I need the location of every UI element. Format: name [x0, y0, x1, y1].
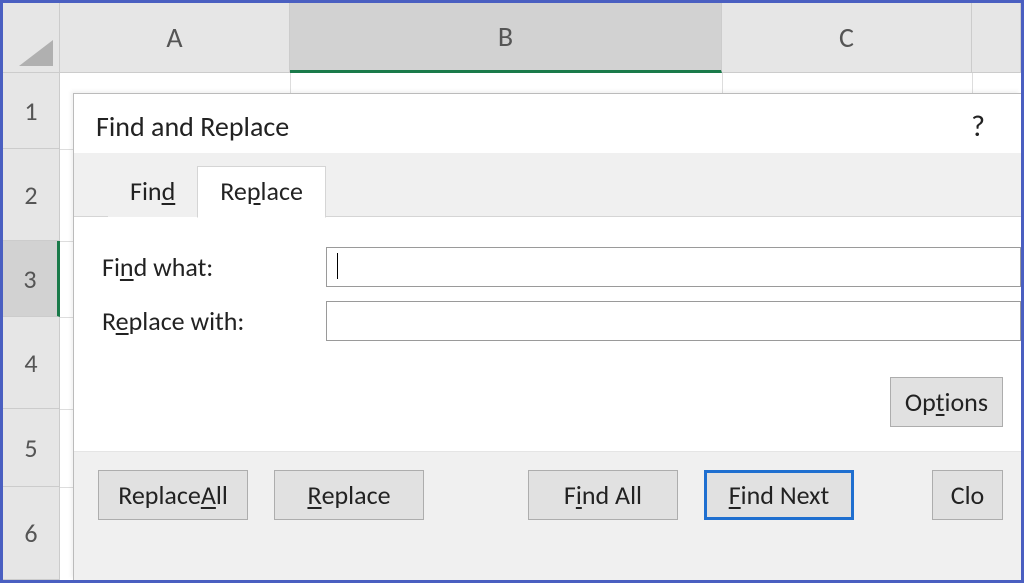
replace-with-label-post: place with:	[129, 305, 245, 337]
replace-accel: R	[307, 479, 321, 511]
dialog-title: Find and Replace	[96, 109, 963, 144]
options-button[interactable]: Options	[890, 377, 1003, 427]
tab-replace-accel: p	[247, 175, 261, 207]
options-row: Options	[102, 355, 1021, 427]
column-header-a[interactable]: A	[60, 3, 290, 73]
replace-all-post: ll	[216, 479, 228, 511]
row-header-6[interactable]: 6	[3, 487, 60, 580]
replace-with-input[interactable]	[326, 301, 1021, 341]
tab-find-text: Fin	[130, 175, 162, 207]
row-header-4[interactable]: 4	[3, 317, 60, 409]
replace-all-accel: A	[201, 479, 216, 511]
find-next-post: ind Next	[741, 479, 830, 511]
column-header-rest[interactable]	[972, 3, 1021, 73]
find-what-label-accel: n	[120, 251, 134, 283]
dialog-footer: Replace All Replace Find All Find Next C…	[74, 451, 1021, 538]
row-header-3[interactable]: 3	[3, 241, 60, 317]
tab-replace-text2: lace	[261, 175, 303, 207]
replace-all-button[interactable]: Replace All	[98, 470, 248, 520]
select-all-triangle[interactable]	[3, 3, 60, 73]
replace-button[interactable]: Replace	[274, 470, 424, 520]
replace-with-label-pre: R	[102, 305, 116, 337]
tab-replace-text: Re	[220, 175, 247, 207]
find-all-post: nd All	[582, 479, 642, 511]
row-header-5[interactable]: 5	[3, 409, 60, 487]
tab-replace[interactable]: Replace	[197, 166, 326, 218]
row-header-2[interactable]: 2	[3, 149, 60, 241]
find-replace-dialog: Find and Replace ? Find Replace Find wha…	[73, 93, 1021, 580]
find-what-label-post: d what:	[134, 251, 214, 283]
find-all-pre: F	[564, 479, 576, 511]
replace-post: eplace	[322, 479, 391, 511]
row-headers: 1 2 3 4 5 6	[3, 73, 60, 580]
replace-with-label: Replace with:	[102, 305, 326, 337]
text-caret	[337, 253, 338, 279]
dialog-titlebar: Find and Replace ?	[74, 94, 1021, 153]
options-pre: Op	[905, 386, 936, 418]
column-header-c[interactable]: C	[722, 3, 972, 73]
find-next-button[interactable]: Find Next	[704, 470, 854, 520]
close-pre: Clo	[951, 479, 985, 511]
find-what-row: Find what:	[102, 247, 1021, 287]
find-next-accel: F	[729, 479, 741, 511]
find-all-button[interactable]: Find All	[528, 470, 678, 520]
row-header-1[interactable]: 1	[3, 73, 60, 149]
options-post: ions	[944, 386, 988, 418]
replace-with-label-accel: e	[116, 305, 129, 337]
replace-with-row: Replace with:	[102, 301, 1021, 341]
column-headers: A B C	[3, 3, 1021, 73]
tab-find[interactable]: Find	[108, 167, 197, 217]
find-what-label: Find what:	[102, 251, 326, 283]
dialog-tabs: Find Replace	[74, 153, 1021, 217]
find-what-input[interactable]	[326, 247, 1021, 287]
dialog-body: Find what: Replace with: Options	[74, 217, 1021, 451]
close-button[interactable]: Clo	[932, 470, 1003, 520]
column-header-b[interactable]: B	[290, 3, 722, 73]
tab-find-accel: d	[162, 175, 176, 207]
find-what-label-pre: Fi	[102, 251, 120, 283]
replace-all-pre: Replace	[118, 479, 201, 511]
app-frame: A B C 1 2 3 4 5 6 Find and Replace ?	[0, 0, 1024, 583]
help-icon[interactable]: ?	[963, 108, 993, 145]
options-accel: t	[936, 386, 945, 418]
